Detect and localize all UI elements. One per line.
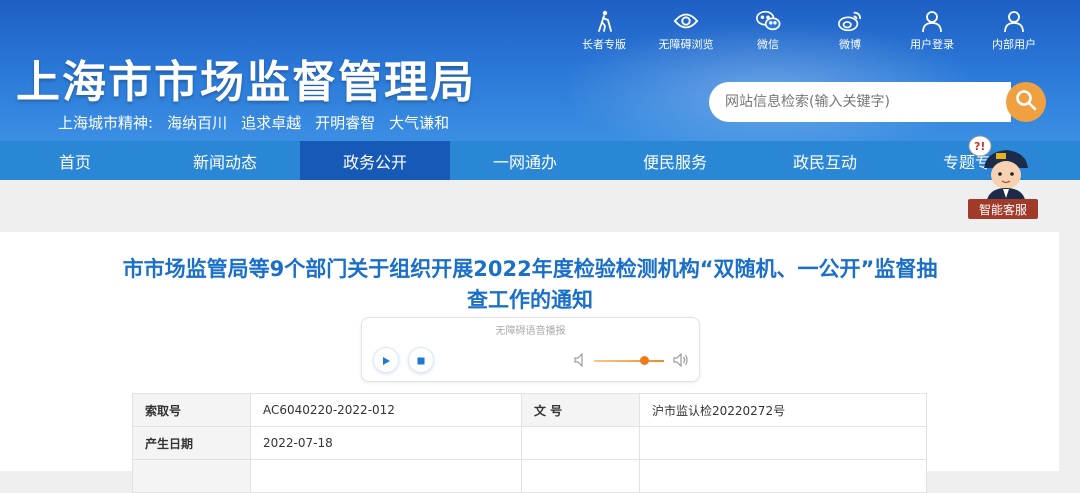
internal-user-link[interactable]: 内部用户 <box>982 8 1046 52</box>
search-input[interactable] <box>723 93 997 111</box>
play-button[interactable] <box>373 347 399 373</box>
search-box <box>709 82 1011 122</box>
index-number-key: 索取号 <box>132 393 251 427</box>
stop-icon <box>416 351 426 370</box>
nav-item-gov-affairs[interactable]: 政务公开 <box>300 141 450 180</box>
elder-icon <box>591 8 617 34</box>
police-mascot-icon: ?! <box>968 135 1028 204</box>
nav-item-interaction[interactable]: 政民互动 <box>750 141 900 180</box>
weibo-link[interactable]: 微博 <box>818 8 882 52</box>
nav-item-services[interactable]: 便民服务 <box>600 141 750 180</box>
search-icon <box>1015 89 1037 115</box>
user-icon <box>919 8 945 34</box>
accessibility-link[interactable]: 无障碍浏览 <box>654 8 718 52</box>
slogan-item: 开明睿智 <box>315 114 376 132</box>
weibo-icon <box>837 8 863 34</box>
volume-slider-thumb[interactable] <box>640 356 650 365</box>
smart-service-label[interactable]: 智能客服 <box>968 199 1038 219</box>
index-number-value: AC6040220-2022-012 <box>250 393 522 427</box>
article-title: 市市场监管局等9个部门关于组织开展2022年度检验检测机构“双随机、一公开”监督… <box>122 257 938 312</box>
nav-item-one-network[interactable]: 一网通办 <box>450 141 600 180</box>
empty-cell <box>132 459 251 493</box>
table-row: 索取号 AC6040220-2022-012 文 号 沪市监认检20220272… <box>132 393 927 427</box>
breadcrumb-area <box>0 180 1080 232</box>
slogan-item: 大气谦和 <box>389 114 450 132</box>
slogan-item: 追求卓越 <box>241 114 302 132</box>
nav-item-home[interactable]: 首页 <box>0 141 150 180</box>
voice-player: 无障碍语音播报 <box>361 317 700 382</box>
slogan-label: 上海城市精神: <box>58 114 154 132</box>
volume-high-icon <box>673 352 689 371</box>
user-login-link[interactable]: 用户登录 <box>900 8 964 52</box>
elder-version-link[interactable]: 长者专版 <box>572 8 636 52</box>
play-icon <box>381 351 391 370</box>
site-header: 上海市市场监督管理局 上海城市精神: 海纳百川 追求卓越 开明睿智 大气谦和 长… <box>0 0 1080 141</box>
top-link-label: 长者专版 <box>582 38 626 51</box>
wechat-link[interactable]: 微信 <box>736 8 800 52</box>
wechat-icon <box>755 8 781 34</box>
site-title[interactable]: 上海市市场监督管理局 <box>16 46 476 110</box>
document-meta-table: 索取号 AC6040220-2022-012 文 号 沪市监认检20220272… <box>132 393 927 493</box>
top-link-label: 用户登录 <box>910 38 954 51</box>
top-links: 长者专版 无障碍浏览 微信 微博 用户登录 内部用户 <box>572 8 1046 52</box>
nav-item-news[interactable]: 新闻动态 <box>150 141 300 180</box>
empty-cell <box>639 459 927 493</box>
doc-number-key: 文 号 <box>521 393 640 427</box>
top-link-label: 无障碍浏览 <box>658 38 714 51</box>
empty-cell <box>521 459 640 493</box>
player-label: 无障碍语音播报 <box>495 326 566 337</box>
article-content: 市市场监管局等9个部门关于组织开展2022年度检验检测机构“双随机、一公开”监督… <box>0 232 1059 493</box>
main-nav: 首页 新闻动态 政务公开 一网通办 便民服务 政民互动 专题专栏 <box>0 141 1080 180</box>
user-icon <box>1001 8 1027 34</box>
table-row: 产生日期 2022-07-18 <box>132 426 927 460</box>
top-link-label: 微博 <box>839 38 861 51</box>
doc-number-value: 沪市监认检20220272号 <box>639 393 927 427</box>
volume-slider[interactable] <box>594 360 664 362</box>
empty-cell <box>521 426 640 460</box>
empty-cell <box>639 426 927 460</box>
date-key: 产生日期 <box>132 426 251 460</box>
eye-icon <box>673 8 699 34</box>
svg-text:?!: ?! <box>974 140 985 153</box>
top-link-label: 微信 <box>757 38 779 51</box>
date-value: 2022-07-18 <box>250 426 522 460</box>
stop-button[interactable] <box>408 347 434 373</box>
city-spirit-slogan: 上海城市精神: 海纳百川 追求卓越 开明睿智 大气谦和 <box>58 112 449 133</box>
empty-cell <box>250 459 522 493</box>
top-link-label: 内部用户 <box>992 38 1036 51</box>
slogan-item: 海纳百川 <box>167 114 228 132</box>
volume-low-icon <box>574 352 586 371</box>
table-row <box>132 459 927 493</box>
search-button[interactable] <box>1006 82 1046 122</box>
